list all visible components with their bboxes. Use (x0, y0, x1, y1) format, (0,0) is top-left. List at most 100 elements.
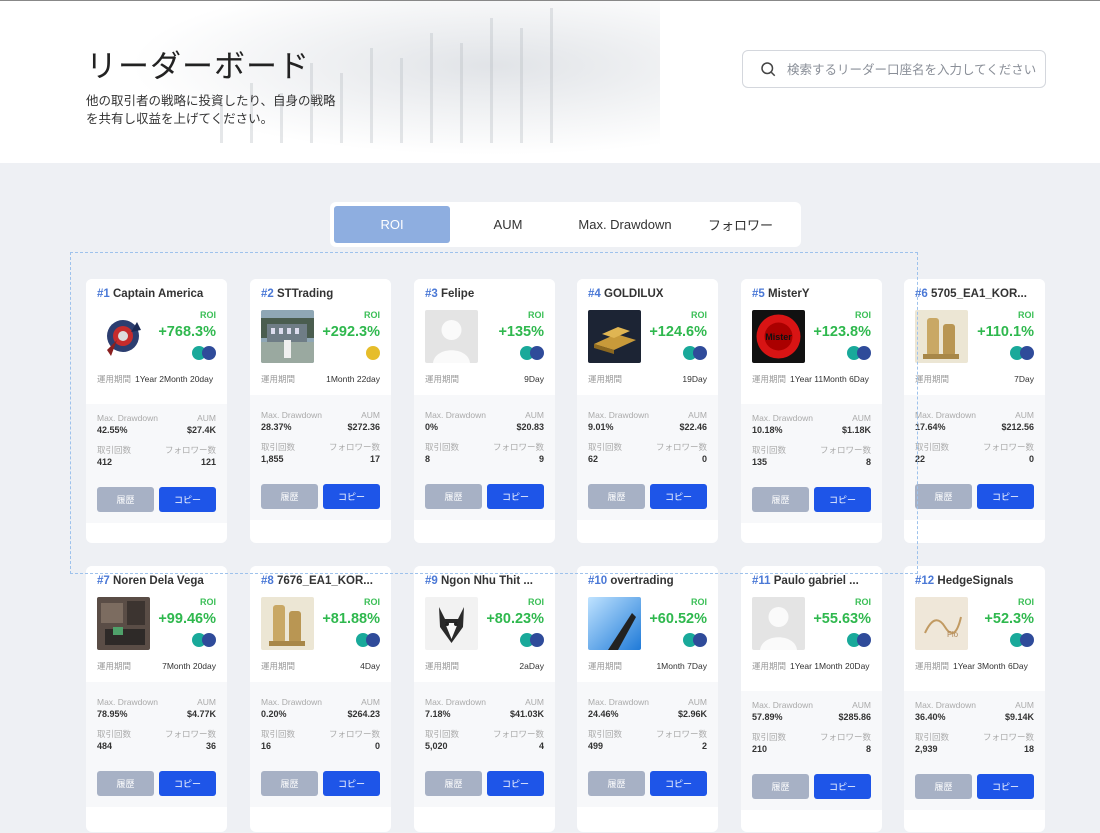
roi-value: +80.23% (486, 611, 544, 627)
history-button[interactable]: 履歴 (915, 774, 972, 799)
tab-roi[interactable]: ROI (334, 206, 450, 243)
leader-name[interactable]: #1 Captain America (97, 288, 216, 304)
leader-card[interactable]: #2 STTrading ROI +292.3% 運用期間 1Month 22d… (250, 279, 391, 543)
leader-card[interactable]: #6 5705_EA1_KOR... ROI +110.1% 運用期間 7Day… (904, 279, 1045, 543)
history-button[interactable]: 履歴 (97, 487, 154, 512)
copy-button[interactable]: コピー (814, 487, 871, 512)
trades-value: 2,939 (915, 744, 938, 754)
max-drawdown-value: 24.46% (588, 709, 619, 719)
leader-rank: #10 (588, 575, 608, 587)
aum-label: AUM (197, 697, 216, 707)
leader-name[interactable]: #9 Ngon Nhu Thit ... (425, 575, 544, 591)
aum-value: $1.18K (841, 425, 871, 435)
platform-badge (366, 346, 380, 360)
trades-label: 取引回数 (261, 729, 296, 739)
period-row: 運用期間 1Year 3Month 6Day (904, 655, 1045, 691)
copy-button[interactable]: コピー (487, 484, 544, 509)
aum-value: $27.4K (186, 425, 216, 435)
followers-label: フォロワー数 (655, 442, 707, 452)
copy-button[interactable]: コピー (159, 487, 216, 512)
history-button[interactable]: 履歴 (97, 771, 154, 796)
period-label: 運用期間 (261, 661, 296, 671)
period-label: 運用期間 (97, 374, 132, 384)
copy-button[interactable]: コピー (977, 484, 1034, 509)
history-button[interactable]: 履歴 (261, 771, 318, 796)
leader-name[interactable]: #8 7676_EA1_KOR... (261, 575, 380, 591)
copy-button[interactable]: コピー (159, 771, 216, 796)
period-value: 2aDay (519, 661, 544, 671)
period-value: 1Year 1Month 20Day (790, 661, 870, 671)
page-title: リーダーボード (86, 49, 310, 85)
leader-name-text: STTrading (277, 288, 334, 300)
stats-panel: Max. Drawdown AUM 10.18% $1.18K 取引回数 フォロワー数… (741, 404, 882, 476)
copy-button[interactable]: コピー (977, 774, 1034, 799)
copy-button[interactable]: コピー (650, 771, 707, 796)
history-button[interactable]: 履歴 (425, 484, 482, 509)
leader-card[interactable]: #3 Felipe ROI +135% 運用期間 9Day Max. Drawd… (414, 279, 555, 543)
leader-name[interactable]: #12 HedgeSignals (915, 575, 1034, 591)
tab-aum[interactable]: AUM (450, 206, 566, 243)
max-drawdown-value: 0% (425, 422, 439, 432)
followers-value: 8 (865, 457, 871, 467)
search-input[interactable] (787, 61, 1042, 77)
leader-name-text: HedgeSignals (937, 575, 1014, 587)
platform-icon (1020, 633, 1034, 647)
history-button[interactable]: 履歴 (588, 771, 645, 796)
leader-card[interactable]: #10 overtrading ROI +60.52% 運用期間 1Month … (577, 566, 718, 832)
card-actions: 履歴 コピー (86, 476, 227, 523)
leader-name[interactable]: #5 MisterY (752, 288, 871, 304)
period-value: 19Day (682, 374, 707, 384)
period-label: 運用期間 (915, 661, 950, 671)
leader-card[interactable]: #7 Noren Dela Vega ROI +99.46% 運用期間 7Mon… (86, 566, 227, 832)
max-drawdown-value: 10.18% (752, 425, 783, 435)
roi-label: ROI (363, 597, 380, 607)
leader-rank: #12 (915, 575, 935, 587)
leader-card[interactable]: #1 Captain America ROI +768.3% 運用期間 1Yea… (86, 279, 227, 543)
trades-label: 取引回数 (752, 732, 787, 742)
leader-name[interactable]: #6 5705_EA1_KOR... (915, 288, 1034, 304)
copy-button[interactable]: コピー (323, 771, 380, 796)
leader-card[interactable]: #12 HedgeSignals Flo ROI +52.3% 運用期間 1Ye… (904, 566, 1045, 832)
history-button[interactable]: 履歴 (425, 771, 482, 796)
history-button[interactable]: 履歴 (915, 484, 972, 509)
history-button[interactable]: 履歴 (752, 487, 809, 512)
trades-value: 499 (588, 741, 604, 751)
period-row: 運用期間 2aDay (414, 655, 555, 682)
tab-followers[interactable]: フォロワー (684, 206, 797, 243)
aum-value: $41.03K (509, 709, 544, 719)
leader-card[interactable]: #8 7676_EA1_KOR... ROI +81.88% 運用期間 4Day… (250, 566, 391, 832)
leader-name[interactable]: #3 Felipe (425, 288, 544, 304)
card-actions: 履歴 コピー (904, 763, 1045, 810)
history-button[interactable]: 履歴 (588, 484, 645, 509)
leader-name[interactable]: #2 STTrading (261, 288, 380, 304)
followers-label: フォロワー数 (819, 732, 871, 742)
aum-value: $285.86 (838, 712, 871, 722)
search-box[interactable] (742, 50, 1046, 88)
max-drawdown-value: 42.55% (97, 425, 128, 435)
avatar: Mister (752, 310, 805, 363)
period-value: 1Year 11Month 6Day (790, 374, 869, 384)
leader-name[interactable]: #7 Noren Dela Vega (97, 575, 216, 591)
leader-card[interactable]: #11 Paulo gabriel ... ROI +55.63% 運用期間 1… (741, 566, 882, 832)
leader-name-text: Ngon Nhu Thit ... (441, 575, 533, 587)
leader-card[interactable]: #5 MisterY Mister ROI +123.8% 運用期間 1Year… (741, 279, 882, 543)
copy-button[interactable]: コピー (323, 484, 380, 509)
tab-max-drawdown[interactable]: Max. Drawdown (566, 206, 684, 243)
copy-button[interactable]: コピー (487, 771, 544, 796)
aum-label: AUM (1015, 700, 1034, 710)
leader-card[interactable]: #9 Ngon Nhu Thit ... ROI +80.23% 運用期間 2a… (414, 566, 555, 832)
leader-name[interactable]: #11 Paulo gabriel ... (752, 575, 871, 591)
leader-name-text: Felipe (441, 288, 475, 300)
copy-button[interactable]: コピー (814, 774, 871, 799)
history-button[interactable]: 履歴 (752, 774, 809, 799)
leader-card[interactable]: #4 GOLDILUX ROI +124.6% 運用期間 19Day Max. … (577, 279, 718, 543)
period-row: 運用期間 1Year 11Month 6Day (741, 368, 882, 404)
trades-value: 8 (425, 454, 431, 464)
trades-label: 取引回数 (915, 732, 950, 742)
history-button[interactable]: 履歴 (261, 484, 318, 509)
leader-name[interactable]: #4 GOLDILUX (588, 288, 707, 304)
copy-button[interactable]: コピー (650, 484, 707, 509)
followers-value: 4 (538, 741, 544, 751)
aum-value: $264.23 (347, 709, 380, 719)
leader-name[interactable]: #10 overtrading (588, 575, 707, 591)
